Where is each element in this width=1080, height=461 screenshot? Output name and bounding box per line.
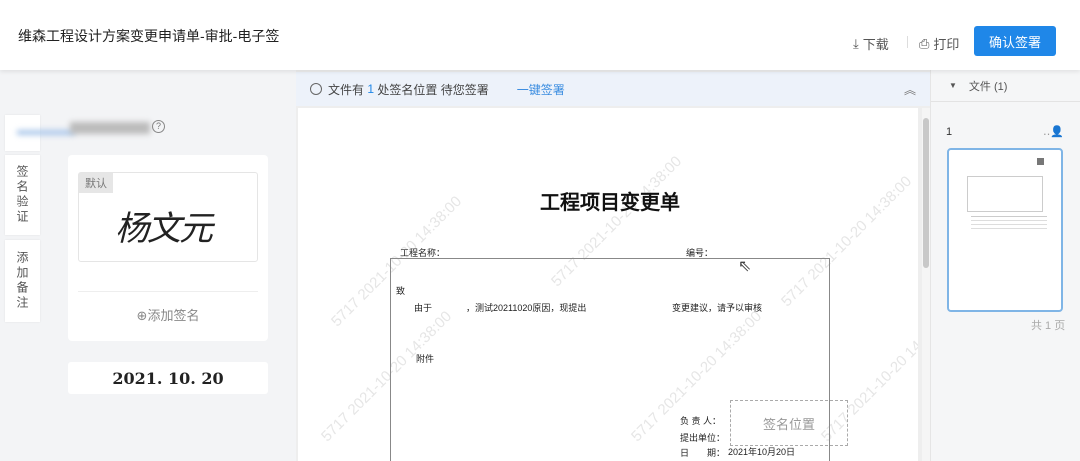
to-label: 致 <box>396 286 406 296</box>
printer-icon: ⎙ <box>919 35 930 51</box>
page-thumbnail[interactable] <box>947 148 1063 312</box>
add-signature-button[interactable]: ⊕添加签名 <box>68 305 268 324</box>
page-number: 1 <box>946 126 953 138</box>
responsible-label: 负 责 人： <box>680 416 722 426</box>
scrollbar[interactable] <box>922 108 930 461</box>
download-icon: ⤓ <box>853 35 859 51</box>
blurred-user-name <box>70 122 150 134</box>
tab-add-note[interactable]: 添加备注 <box>5 240 40 322</box>
signature-card: 默认 杨文元 ⊕添加签名 <box>68 155 268 341</box>
date-value: 2021年10月20日 <box>728 447 796 457</box>
document-page: 5717 2021-10-20 14:38:00 5717 2021-10-20… <box>298 108 918 461</box>
sign-info-bar: 文件有 1 处签名位置 待您签署 一键签署 ︽ <box>296 72 930 106</box>
sign-count: 1 <box>367 82 375 96</box>
caret-down-icon: ▼ <box>949 81 957 90</box>
print-label: 打印 <box>933 37 960 52</box>
divider <box>78 291 258 292</box>
document-title: 维森工程设计方案变更申请单-审批-电子签 <box>18 28 280 44</box>
date-label: 日 期： <box>680 448 726 458</box>
info-suffix: 处签名位置 待您签署 <box>377 82 489 97</box>
signer-icon: ‥👤 <box>1043 126 1065 138</box>
handwritten-signature: 杨文元 <box>115 209 213 249</box>
files-header[interactable]: ▼ 文件 (1) <box>931 70 1080 102</box>
blurred-indicator <box>17 130 75 135</box>
tab-signature-verify[interactable]: 签名验证 <box>5 155 40 235</box>
thumbnail-form <box>967 176 1043 212</box>
signature-panel: ? 签名验证 添加备注 默认 杨文元 ⊕添加签名 2021. 10. 20 <box>0 70 296 461</box>
header: 维森工程设计方案变更申请单-审批-电子签 ⤓ 下载 ⎙ 打印 确认签署 <box>0 0 1080 70</box>
document-viewer: 文件有 1 处签名位置 待您签署 一键签署 ︽ 5717 2021-10-20 … <box>296 70 930 461</box>
attachment-label: 附件 <box>416 354 435 364</box>
confirm-sign-button[interactable]: 确认签署 <box>974 26 1056 56</box>
date-stamp[interactable]: 2021. 10. 20 <box>68 362 268 394</box>
signature-option[interactable]: 默认 杨文元 <box>78 172 258 262</box>
download-button[interactable]: ⤓ 下载 <box>853 34 889 53</box>
doc-heading: 工程项目变更单 <box>540 192 680 214</box>
reason-text: ，测试20211020原因，现提出 <box>466 303 587 313</box>
signature-position-box[interactable]: 签名位置 <box>730 400 848 446</box>
help-icon[interactable]: ? <box>152 120 165 133</box>
one-click-sign-link[interactable]: 一键签署 <box>517 81 565 98</box>
qr-code-icon <box>1037 158 1044 165</box>
info-prefix: 文件有 <box>328 82 365 97</box>
divider <box>907 36 908 48</box>
files-label: 文件 (1) <box>968 80 1008 93</box>
thumbnail-lines <box>971 216 1047 217</box>
print-button[interactable]: ⎙ 打印 <box>919 34 959 53</box>
submit-unit-label: 提出单位： <box>680 433 726 443</box>
download-label: 下载 <box>862 37 889 52</box>
total-pages: 共 1 页 <box>1031 320 1066 332</box>
collapse-icon[interactable]: ︽ <box>904 81 916 98</box>
reason-suffix: 变更建议，请予以审核 <box>672 303 763 313</box>
clock-icon <box>310 83 322 95</box>
default-tag: 默认 <box>79 173 113 193</box>
file-panel: ▼ 文件 (1) 1 ‥👤 共 1 页 <box>930 70 1080 461</box>
scrollbar-thumb[interactable] <box>923 118 929 268</box>
mouse-cursor-icon: ⇖ <box>738 258 752 275</box>
reason-prefix: 由于 <box>414 303 433 313</box>
